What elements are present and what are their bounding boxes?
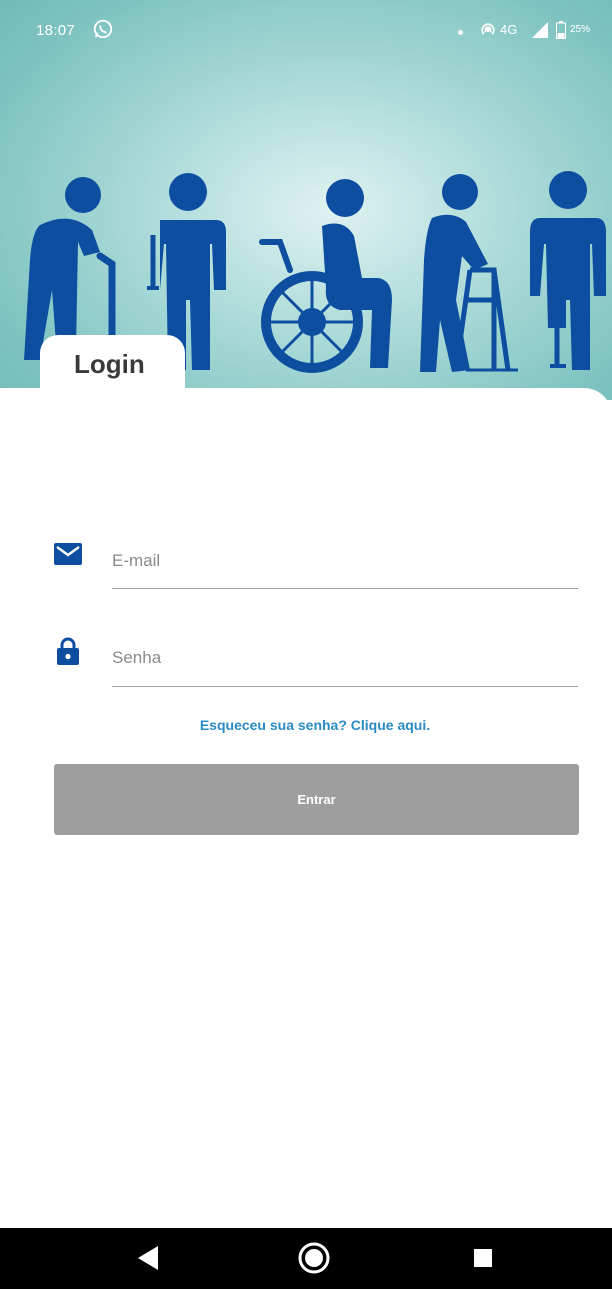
home-icon[interactable]: [298, 1242, 330, 1274]
signal-icon: [532, 22, 548, 38]
wheelchair-user-icon: [259, 179, 392, 373]
login-tab: Login: [40, 335, 185, 405]
email-input[interactable]: [112, 533, 578, 589]
login-title: Login: [74, 349, 145, 379]
lock-icon: [57, 637, 79, 665]
navigation-bar: [0, 1228, 612, 1289]
notification-dot: [458, 30, 463, 35]
forgot-password-link[interactable]: Esqueceu sua senha? Clique aqui.: [0, 717, 612, 733]
status-bar: 18:07 4G 25%: [0, 8, 612, 54]
hotspot-icon: [481, 23, 495, 35]
battery-percent: 25%: [570, 24, 591, 35]
mail-icon: [54, 543, 82, 565]
status-time: 18:07: [36, 22, 76, 39]
recents-icon[interactable]: [474, 1249, 492, 1267]
whatsapp-icon: [93, 19, 113, 39]
network-type: 4G: [500, 22, 518, 37]
person-prosthetic-leg-icon: [530, 171, 606, 370]
battery-icon: [556, 21, 566, 39]
password-input[interactable]: [112, 630, 578, 687]
elderly-with-walker-icon: [420, 174, 518, 372]
back-icon[interactable]: [138, 1246, 158, 1270]
enter-button[interactable]: Entrar: [54, 764, 579, 835]
